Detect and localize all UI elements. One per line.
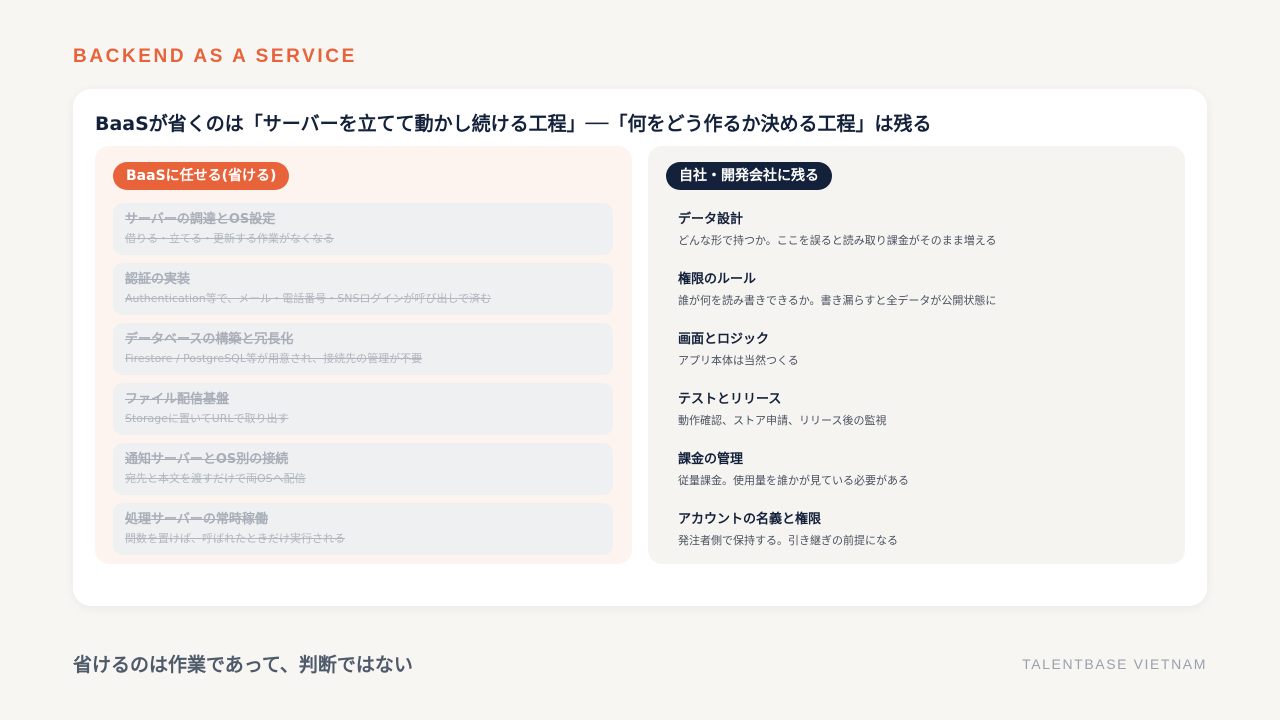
saved-item-desc: 関数を置けば、呼ばれたときだけ実行される xyxy=(125,532,345,545)
saved-item-desc: 借りる・立てる・更新する作業がなくなる xyxy=(125,232,334,245)
in-house-pill: 自社・開発会社に残る xyxy=(666,162,832,190)
footer-message: 省けるのは作業であって、判断ではない xyxy=(73,654,413,676)
kept-item: 画面とロジック アプリ本体は当然つくる xyxy=(678,331,1168,391)
saved-item: データベースの構築と冗長化 Firestore / PostgreSQL等が用意… xyxy=(113,323,613,375)
kept-item-desc: どんな形で持つか。ここを誤ると読み取り課金がそのまま増える xyxy=(678,234,997,247)
kept-item-desc: 動作確認、ストア申請、リリース後の監視 xyxy=(678,414,887,427)
comparison-card: BaaSが省くのは「サーバーを立てて動かし続ける工程」──「何をどう作るか決める… xyxy=(73,89,1207,606)
saved-item-desc: Authentication等で、メール・電話番号・SNSログインが呼び出しで済… xyxy=(125,292,492,305)
saved-item-title: 処理サーバーの常時稼働 xyxy=(125,512,268,527)
kept-item: データ設計 どんな形で持つか。ここを誤ると読み取り課金がそのまま増える xyxy=(678,211,1168,271)
section-eyebrow: BACKEND AS A SERVICE xyxy=(73,46,357,67)
saved-item-title: ファイル配信基盤 xyxy=(125,392,230,407)
card-headline: BaaSが省くのは「サーバーを立てて動かし続ける工程」──「何をどう作るか決める… xyxy=(95,113,932,135)
kept-item-title: テストとリリース xyxy=(678,392,782,407)
kept-item-desc: 誰が何を読み書きできるか。書き漏らすと全データが公開状態に xyxy=(678,294,997,307)
kept-list: データ設計 どんな形で持つか。ここを誤ると読み取り課金がそのまま増える 権限のル… xyxy=(678,211,1168,571)
saved-item-title: データベースの構築と冗長化 xyxy=(125,332,294,347)
kept-item: テストとリリース 動作確認、ストア申請、リリース後の監視 xyxy=(678,391,1168,451)
kept-item-title: 画面とロジック xyxy=(678,332,770,347)
in-house-panel: 自社・開発会社に残る データ設計 どんな形で持つか。ここを誤ると読み取り課金がそ… xyxy=(648,146,1185,564)
saved-item-title: 通知サーバーとOS別の接続 xyxy=(125,452,289,467)
saved-item: 通知サーバーとOS別の接続 宛先と本文を渡すだけで両OSへ配信 xyxy=(113,443,613,495)
kept-item-title: アカウントの名義と権限 xyxy=(678,512,822,527)
kept-item-desc: 発注者側で保持する。引き継ぎの前提になる xyxy=(678,534,898,547)
kept-item: 権限のルール 誰が何を読み書きできるか。書き漏らすと全データが公開状態に xyxy=(678,271,1168,331)
saved-item-title: サーバーの調達とOS設定 xyxy=(125,212,276,227)
saved-item: ファイル配信基盤 Storageに置いてURLで取り出す xyxy=(113,383,613,435)
saved-item-title: 認証の実装 xyxy=(125,272,191,287)
brand-name: TALENTBASE VIETNAM xyxy=(1022,656,1207,672)
kept-item-title: データ設計 xyxy=(678,212,744,227)
baas-panel: BaaSに任せる(省ける) サーバーの調達とOS設定 借りる・立てる・更新する作… xyxy=(95,146,632,564)
saved-item: 認証の実装 Authentication等で、メール・電話番号・SNSログインが… xyxy=(113,263,613,315)
kept-item-desc: 従量課金。使用量を誰かが見ている必要がある xyxy=(678,474,909,487)
kept-item: アカウントの名義と権限 発注者側で保持する。引き継ぎの前提になる xyxy=(678,511,1168,571)
kept-item-title: 権限のルール xyxy=(678,272,757,287)
saved-item: 処理サーバーの常時稼働 関数を置けば、呼ばれたときだけ実行される xyxy=(113,503,613,555)
saved-item-desc: Firestore / PostgreSQL等が用意され、接続先の管理が不要 xyxy=(125,352,423,365)
saved-item: サーバーの調達とOS設定 借りる・立てる・更新する作業がなくなる xyxy=(113,203,613,255)
kept-item: 課金の管理 従量課金。使用量を誰かが見ている必要がある xyxy=(678,451,1168,511)
saved-item-desc: 宛先と本文を渡すだけで両OSへ配信 xyxy=(125,472,306,485)
saved-list: サーバーの調達とOS設定 借りる・立てる・更新する作業がなくなる 認証の実装 A… xyxy=(113,203,613,563)
saved-item-desc: Storageに置いてURLで取り出す xyxy=(125,412,289,425)
kept-item-title: 課金の管理 xyxy=(678,452,744,467)
baas-pill: BaaSに任せる(省ける) xyxy=(113,162,290,190)
kept-item-desc: アプリ本体は当然つくる xyxy=(678,354,799,367)
